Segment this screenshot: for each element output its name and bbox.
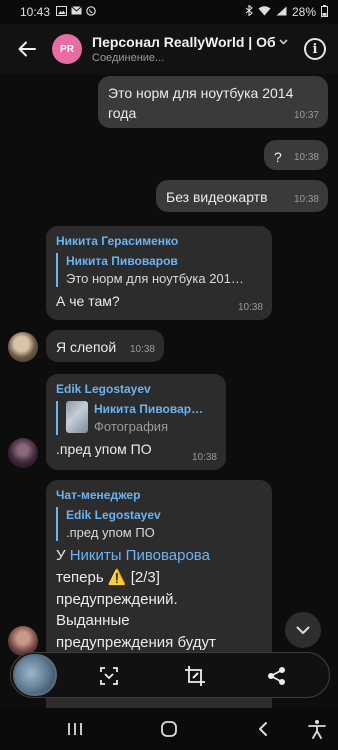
message-list[interactable]: Это норм для ноутбука 2014 года 10:37 ? … [0,74,338,708]
bluetooth-icon [245,4,253,19]
sender-name[interactable]: Чат-менеджер [56,487,262,504]
image-notification-icon [56,5,68,19]
chevron-down-icon [279,37,288,48]
home-icon [161,721,177,737]
back-arrow-icon [18,41,36,57]
reply-quote[interactable]: Edik Legostayev .пред упом ПО [56,507,262,542]
user-avatar[interactable] [8,332,38,362]
reply-sender: Никита Пивовар… [94,402,204,417]
chat-title: Персонал ReallyWorld | Об… [92,34,275,50]
battery-percent: 28% [291,5,316,19]
signal-icon [276,6,287,19]
scroll-down-button[interactable] [285,612,321,648]
message-line-2: теперь ⚠️ [2/3] [56,568,160,586]
nav-back-button[interactable] [252,718,274,740]
message-time: 10:38 [293,151,319,163]
reply-text: Фотография [94,418,169,434]
share-button[interactable] [265,664,289,688]
mail-icon [71,6,82,18]
crop-edit-icon [185,666,205,686]
message-time: 10:38 [129,343,155,355]
recent-apps-button[interactable] [64,718,86,740]
outgoing-message[interactable]: Это норм для ноутбука 2014 года 10:37 [98,76,328,128]
outgoing-message[interactable]: ? 10:38 [264,140,328,170]
viber-icon [86,5,96,19]
outgoing-message[interactable]: Без видеокартв 10:38 [156,180,328,212]
accessibility-icon [308,720,326,739]
status-time: 10:43 [20,5,51,19]
sender-name[interactable]: Edik Legostayev [56,381,216,398]
crop-edit-button[interactable] [183,664,207,688]
photo-thumbnail [66,401,88,434]
incoming-message[interactable]: Никита Герасименко Никита Пивоваров Это … [46,226,272,320]
recent-apps-icon [68,723,82,735]
scroll-capture-icon [100,667,118,685]
back-button[interactable] [14,36,40,62]
chat-status: Соединение... [92,52,165,64]
message-text: Это норм для ноутбука 2014 года [108,85,294,122]
reply-text: .пред упом ПО [66,524,155,540]
message-line-5: предупреждения будут [56,634,216,652]
reply-text: Это норм для ноутбука 201… [66,270,244,286]
incoming-message[interactable]: Я слепой 10:38 [46,330,164,362]
message-line-3: предупреждений. [56,590,178,608]
wifi-icon [258,5,271,19]
user-avatar[interactable] [8,438,38,468]
warning-icon: ⚠️ [107,568,127,586]
chevron-down-icon [296,626,310,634]
incoming-message[interactable]: Edik Legostayev Никита Пивовар… Фотограф… [46,374,226,470]
status-bar: 10:43 28% [0,0,338,24]
reply-sender: Никита Пивоваров [66,254,178,269]
message-line-4: Выданные [56,612,130,630]
chat-avatar[interactable]: PR [52,34,82,64]
chat-title-block[interactable]: Персонал ReallyWorld | Об… Соединение... [92,34,288,64]
battery-icon [321,4,328,20]
reply-sender: Edik Legostayev [66,508,161,523]
scroll-capture-button[interactable] [97,664,121,688]
message-line-1: У Никиты Пивоварова [56,547,210,565]
accessibility-button[interactable] [306,718,328,740]
info-icon: i [312,41,318,57]
user-mention[interactable]: Никиты Пивоварова [70,547,210,564]
message-text: А че там? [56,293,120,310]
message-time: 10:37 [293,109,319,121]
message-time: 10:38 [293,193,319,205]
system-navigation-bar [0,708,338,750]
info-button[interactable]: i [304,38,326,60]
reply-quote[interactable]: Никита Пивоваров Это норм для ноутбука 2… [56,253,262,288]
screenshot-toolbar [10,652,330,698]
share-icon [268,667,285,685]
chat-header: PR Персонал ReallyWorld | Об… Соединение… [0,24,338,74]
screenshot-thumbnail[interactable] [13,654,57,696]
message-time: 10:38 [191,451,217,463]
back-icon [259,722,267,736]
reply-quote[interactable]: Никита Пивовар… Фотография [56,401,216,436]
message-time: 10:38 [237,301,263,313]
home-button[interactable] [158,718,180,740]
sender-name[interactable]: Никита Герасименко [56,233,262,250]
